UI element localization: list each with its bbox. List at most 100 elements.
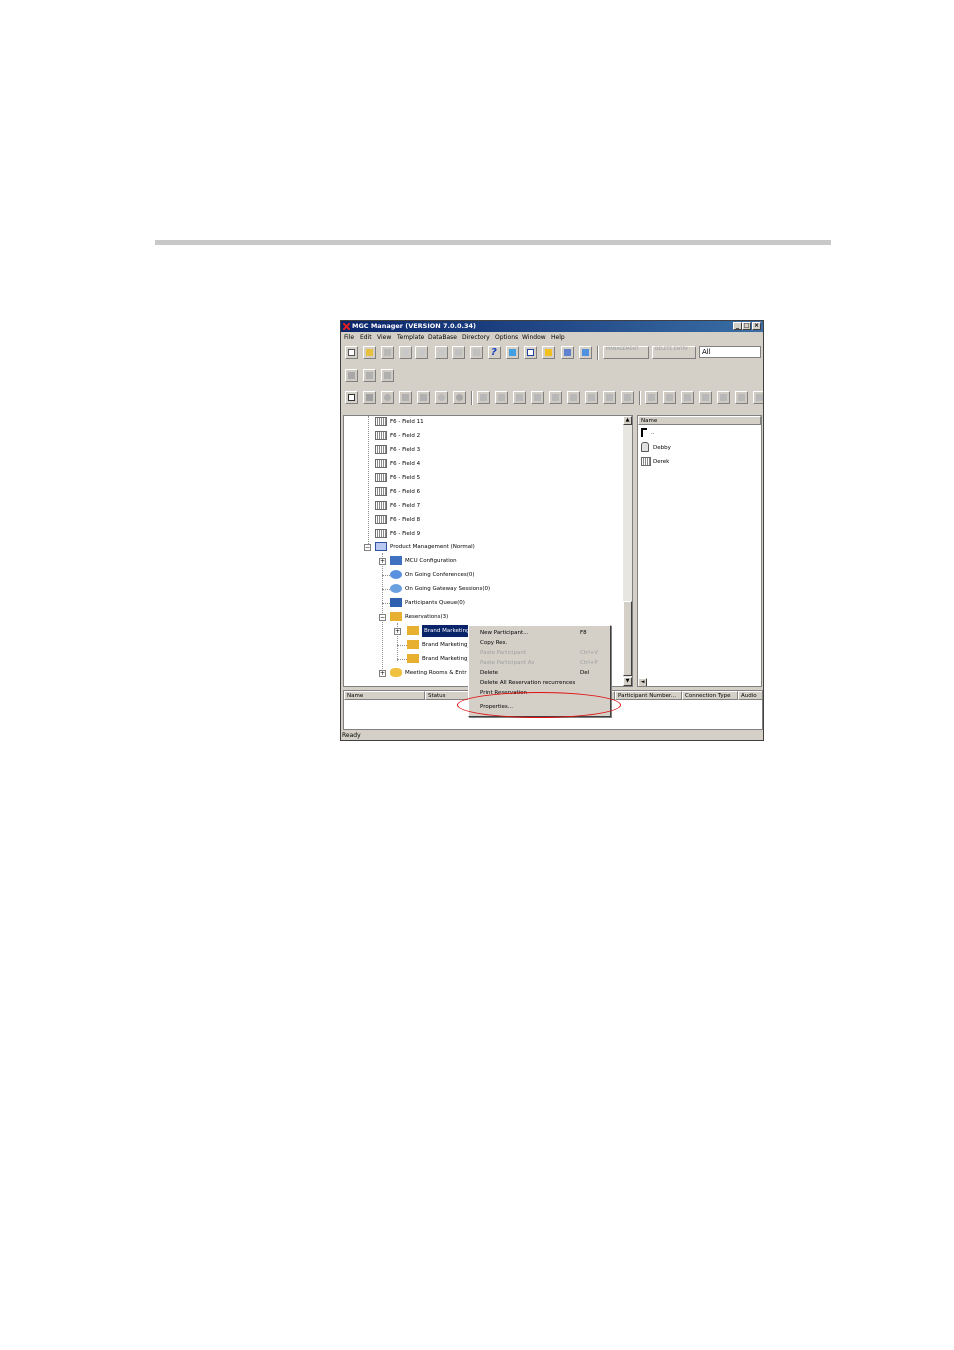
menu-help[interactable]: Help <box>551 332 565 343</box>
new-button[interactable] <box>345 346 358 359</box>
alarm-button[interactable] <box>542 346 555 359</box>
shortcut-delete: Del <box>580 670 590 676</box>
paste-button[interactable] <box>435 346 448 359</box>
copy-button[interactable] <box>415 346 428 359</box>
directory-action-6[interactable] <box>735 391 748 404</box>
cut-button[interactable] <box>399 346 412 359</box>
participant-action-5[interactable] <box>549 391 562 404</box>
settings-button[interactable] <box>381 369 394 382</box>
scroll-thumb[interactable] <box>623 601 632 676</box>
window-split-button[interactable] <box>561 346 574 359</box>
scroll-left-button[interactable]: ◄ <box>638 678 647 686</box>
participant-action-1[interactable] <box>477 391 490 404</box>
delete-entry-button[interactable]: DELETE ENTRY <box>652 346 696 359</box>
participant-action-3[interactable] <box>513 391 526 404</box>
directory-action-7[interactable] <box>753 391 763 404</box>
person-icon <box>641 442 649 452</box>
menu-item-paste-participant-as[interactable]: Paste Participant As <box>480 660 534 666</box>
column-header-audio[interactable]: Audio <box>738 691 762 700</box>
pause-button[interactable] <box>453 391 466 404</box>
participant-action-2[interactable] <box>495 391 508 404</box>
reservation-icon <box>407 654 419 663</box>
collapse-toggle[interactable]: − <box>379 614 386 621</box>
close-icon <box>738 394 745 401</box>
column-header-name[interactable]: Name <box>344 691 425 700</box>
menu-item-paste-participant[interactable]: Paste Participant <box>480 650 526 656</box>
participant-action-7[interactable] <box>585 391 598 404</box>
conference-icon <box>390 570 402 579</box>
collapse-toggle[interactable]: − <box>364 544 371 551</box>
refresh-button[interactable] <box>452 346 465 359</box>
directory-icon <box>666 394 673 401</box>
menu-item-new-participant[interactable]: New Participant... <box>480 630 528 636</box>
check-button[interactable] <box>506 346 519 359</box>
open-button[interactable] <box>363 346 376 359</box>
participant-icon <box>516 394 523 401</box>
highlight-oval <box>457 692 621 718</box>
menu-directory[interactable]: Directory <box>462 332 490 343</box>
participant-action-8[interactable] <box>603 391 616 404</box>
timer-button[interactable] <box>381 391 394 404</box>
record-icon <box>438 394 445 401</box>
directory-list-pane[interactable]: Name .. Debby Derek ◄ <box>637 415 762 687</box>
tree-connector <box>382 575 390 576</box>
menu-file[interactable]: File <box>344 332 354 343</box>
expand-toggle[interactable]: + <box>394 628 401 635</box>
stop-button[interactable] <box>363 391 376 404</box>
hand-button[interactable] <box>363 369 376 382</box>
menu-options[interactable]: Options <box>495 332 518 343</box>
mcu-icon <box>375 542 387 551</box>
close-button[interactable]: × <box>752 322 761 330</box>
menu-item-copy-res[interactable]: Copy Res. <box>480 640 507 646</box>
signal-button[interactable] <box>417 391 430 404</box>
column-header-connection-type[interactable]: Connection Type <box>682 691 738 700</box>
menu-edit[interactable]: Edit <box>360 332 372 343</box>
toolbar-separator <box>597 346 599 360</box>
name-column-header[interactable]: Name <box>638 416 761 425</box>
field-icon <box>375 487 387 496</box>
lock-button[interactable] <box>345 391 358 404</box>
column-header-participant-number[interactable]: Participant Number... <box>615 691 682 700</box>
directory-icon <box>648 394 655 401</box>
reservation-icon <box>407 626 419 635</box>
participant-action-9[interactable] <box>621 391 634 404</box>
minimize-button[interactable]: _ <box>733 322 742 330</box>
directory-icon <box>720 394 727 401</box>
directory-action-2[interactable] <box>663 391 676 404</box>
title-bar[interactable]: MGC Manager (VERSION 7.0.0.34) _ □ × <box>341 321 763 332</box>
management-button[interactable]: MANAGEMENT <box>603 346 649 359</box>
filter-combo[interactable]: All <box>699 346 761 358</box>
directory-action-4[interactable] <box>699 391 712 404</box>
shortcut-paste-participant-as: Ctrl+P <box>580 660 598 666</box>
expand-toggle[interactable]: + <box>379 670 386 677</box>
field-icon <box>375 417 387 426</box>
menu-view[interactable]: View <box>377 332 391 343</box>
menu-item-delete[interactable]: Delete <box>480 670 498 676</box>
menu-database[interactable]: DataBase <box>428 332 457 343</box>
save-icon <box>384 349 391 356</box>
maximize-button[interactable]: □ <box>742 322 751 330</box>
participant-action-6[interactable] <box>567 391 580 404</box>
print-button[interactable] <box>470 346 483 359</box>
window-title: MGC Manager (VERSION 7.0.0.34) <box>352 322 477 330</box>
expand-toggle[interactable]: + <box>379 558 386 565</box>
connect-button[interactable] <box>345 369 358 382</box>
participant-action-4[interactable] <box>531 391 544 404</box>
menu-window[interactable]: Window <box>522 332 546 343</box>
directory-action-1[interactable] <box>645 391 658 404</box>
grid-view-button[interactable] <box>579 346 592 359</box>
tree-scrollbar[interactable]: ▲ ▼ <box>623 416 632 686</box>
help-button[interactable]: ? <box>488 346 501 359</box>
directory-action-3[interactable] <box>681 391 694 404</box>
plug-button[interactable] <box>399 391 412 404</box>
directory-action-5[interactable] <box>717 391 730 404</box>
stop-icon <box>366 394 373 401</box>
menu-item-delete-all-recurrences[interactable]: Delete All Reservation recurrences <box>480 680 575 686</box>
menu-template[interactable]: Template <box>397 332 424 343</box>
list-view-button[interactable] <box>524 346 537 359</box>
record-button[interactable] <box>435 391 448 404</box>
scroll-down-button[interactable]: ▼ <box>623 677 632 686</box>
configuration-icon <box>390 556 402 565</box>
save-button[interactable] <box>381 346 394 359</box>
scroll-up-button[interactable]: ▲ <box>623 416 632 425</box>
